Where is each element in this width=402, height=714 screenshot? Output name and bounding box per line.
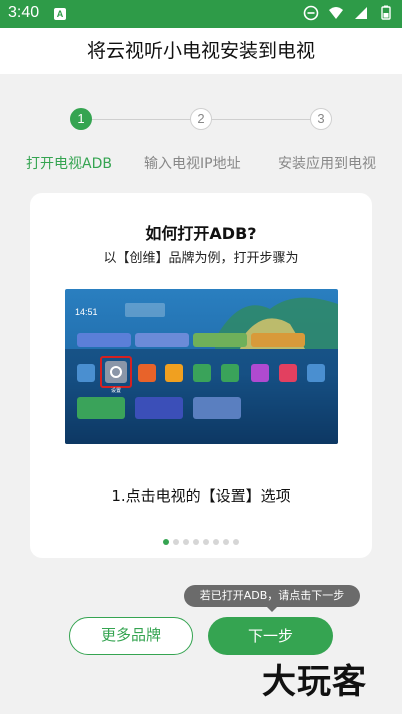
card-title: 如何打开ADB? [145, 224, 257, 243]
status-bar: 3:40 A [0, 0, 402, 28]
step-connector [92, 119, 190, 120]
step-1-label: 打开电视ADB [26, 156, 112, 172]
pagination-dot[interactable] [223, 539, 229, 545]
pagination-dot[interactable] [163, 539, 169, 545]
pagination-dot[interactable] [183, 539, 189, 545]
stepper: 1 2 3 [0, 108, 402, 132]
signal-icon [355, 7, 367, 19]
tv-time: 14:51 [75, 307, 98, 317]
wifi-icon [329, 7, 343, 19]
step-caption: 1.点击电视的【设置】选项 [111, 487, 291, 505]
pagination-dot[interactable] [193, 539, 199, 545]
notification-icon: A [54, 8, 66, 20]
pagination-dot[interactable] [203, 539, 209, 545]
step-2-circle: 2 [190, 108, 212, 130]
tv-screenshot: 14:51 设置 [65, 289, 338, 444]
status-time: 3:40 [8, 4, 40, 21]
step-3-circle: 3 [310, 108, 332, 130]
step-labels: 打开电视ADB 输入电视IP地址 安装应用到电视 [0, 153, 402, 175]
tooltip-arrow [266, 606, 278, 612]
step-connector [212, 119, 310, 120]
pagination-dot[interactable] [233, 539, 239, 545]
carousel-pagination[interactable] [30, 539, 372, 545]
page-title: 将云视听小电视安装到电视 [0, 28, 402, 74]
dnd-icon [303, 5, 319, 21]
step-3-label: 安装应用到电视 [278, 156, 376, 172]
tv-settings-label: 设置 [111, 387, 121, 394]
step-2-label: 输入电视IP地址 [144, 156, 241, 172]
instruction-card: 如何打开ADB? 以【创维】品牌为例，打开步骤为 14:51 设置 1.点击电视… [30, 193, 372, 558]
more-brands-button[interactable]: 更多品牌 [69, 617, 193, 655]
next-button[interactable]: 下一步 [208, 617, 333, 655]
battery-icon [381, 5, 391, 20]
pagination-dot[interactable] [173, 539, 179, 545]
next-step-tooltip: 若已打开ADB，请点击下一步 [184, 585, 360, 607]
pagination-dot[interactable] [213, 539, 219, 545]
watermark-logo: 大玩客 [262, 662, 367, 702]
step-1-circle: 1 [70, 108, 92, 130]
card-subtitle: 以【创维】品牌为例，打开步骤为 [103, 251, 299, 266]
